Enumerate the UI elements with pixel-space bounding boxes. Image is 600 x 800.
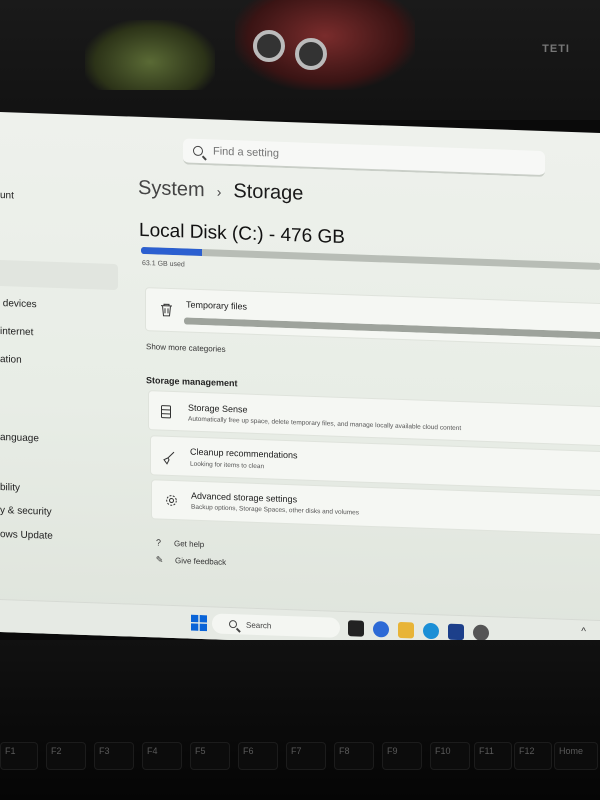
breadcrumb-system[interactable]: System: [138, 177, 205, 202]
key-f5: F5: [190, 742, 230, 770]
key-home: Home: [554, 742, 598, 770]
disk-title: Local Disk (C:) - 476 GB: [139, 219, 345, 249]
key-f12: F12: [514, 742, 552, 770]
search-input[interactable]: [213, 145, 513, 168]
temporary-files-bar: [184, 317, 600, 340]
drive-icon: [159, 405, 173, 419]
broom-icon: [162, 451, 176, 465]
background-room: TETI: [0, 0, 600, 120]
show-more-categories-link[interactable]: Show more categories: [146, 342, 226, 354]
trash-icon: [159, 303, 173, 317]
give-feedback-link[interactable]: ✎ Give feedback: [154, 554, 226, 568]
toy-wheel: [295, 38, 327, 70]
chevron-right-icon: ›: [216, 183, 222, 200]
key-f1: F1: [0, 742, 38, 770]
settings-gear-icon[interactable]: [473, 624, 489, 642]
page-title: Storage: [233, 180, 304, 205]
advanced-storage-settings-subtitle: Backup options, Storage Spaces, other di…: [191, 503, 360, 517]
background-toy-car: [235, 0, 415, 90]
disk-usage-bar: [141, 246, 600, 270]
task-view-icon[interactable]: [348, 620, 364, 637]
give-feedback-label: Give feedback: [175, 556, 227, 567]
search-icon: [193, 145, 203, 157]
get-help-label: Get help: [174, 539, 205, 550]
storage-sense-title: Storage Sense: [188, 402, 248, 415]
key-f7: F7: [286, 742, 326, 770]
cleanup-recommendations-title: Cleanup recommendations: [190, 446, 298, 461]
key-f9: F9: [382, 742, 422, 770]
file-explorer-icon[interactable]: [398, 621, 414, 639]
background-toy: [85, 20, 215, 90]
key-f4: F4: [142, 742, 182, 770]
chevron-up-icon[interactable]: ^: [581, 626, 586, 637]
search-icon: [229, 619, 237, 629]
taskbar-search[interactable]: Search: [212, 613, 340, 638]
store-icon[interactable]: [448, 623, 464, 641]
sidebar: unt devices internet ation anguage bilit…: [0, 112, 125, 616]
key-f3: F3: [94, 742, 134, 770]
sidebar-item-network[interactable]: internet: [0, 326, 33, 338]
key-f6: F6: [238, 742, 278, 770]
key-f10: F10: [430, 742, 470, 770]
disk-usage-fill: [141, 246, 203, 257]
help-icon: ?: [155, 537, 161, 548]
storage-management-heading: Storage management: [146, 375, 238, 389]
temporary-files-label: Temporary files: [186, 299, 248, 312]
laptop-keyboard: F1 F2 F3 F4 F5 F6 F7 F8 F9 F10 F11 F12 H…: [0, 640, 600, 800]
settings-window: unt devices internet ation anguage bilit…: [0, 112, 600, 653]
settings-search[interactable]: [183, 138, 545, 178]
sidebar-item-privacy[interactable]: y & security: [0, 505, 52, 518]
storage-sense-subtitle: Automatically free up space, delete temp…: [188, 415, 462, 433]
advanced-storage-settings-title: Advanced storage settings: [191, 490, 298, 505]
key-f11: F11: [474, 742, 512, 770]
temporary-files-fill: [184, 317, 600, 340]
toy-wheel: [253, 30, 285, 62]
monitor-brand: TETI: [542, 43, 570, 55]
taskbar-search-label: Search: [246, 620, 272, 630]
disk-used-label: 63.1 GB used: [142, 259, 185, 269]
sidebar-item-accounts[interactable]: unt: [0, 190, 14, 201]
key-f2: F2: [46, 742, 86, 770]
feedback-icon: ✎: [155, 554, 164, 565]
breadcrumb: System › Storage: [138, 177, 303, 206]
key-f8: F8: [334, 742, 374, 770]
sidebar-item-devices[interactable]: devices: [0, 298, 37, 310]
cleanup-recommendations-subtitle: Looking for items to clean: [190, 460, 265, 471]
sidebar-item-language[interactable]: anguage: [0, 432, 39, 444]
windows-start-icon[interactable]: [191, 614, 207, 632]
sidebar-item-personalization[interactable]: ation: [0, 354, 22, 366]
get-help-link[interactable]: ? Get help: [153, 537, 204, 550]
gear-icon: [164, 494, 178, 508]
copilot-icon[interactable]: [373, 621, 389, 638]
temporary-files-card[interactable]: Temporary files: [145, 287, 600, 348]
sidebar-selected-item[interactable]: [0, 260, 118, 291]
sidebar-item-accessibility[interactable]: bility: [0, 482, 20, 494]
sidebar-item-windows-update[interactable]: ows Update: [0, 529, 53, 542]
edge-browser-icon[interactable]: [423, 622, 439, 640]
